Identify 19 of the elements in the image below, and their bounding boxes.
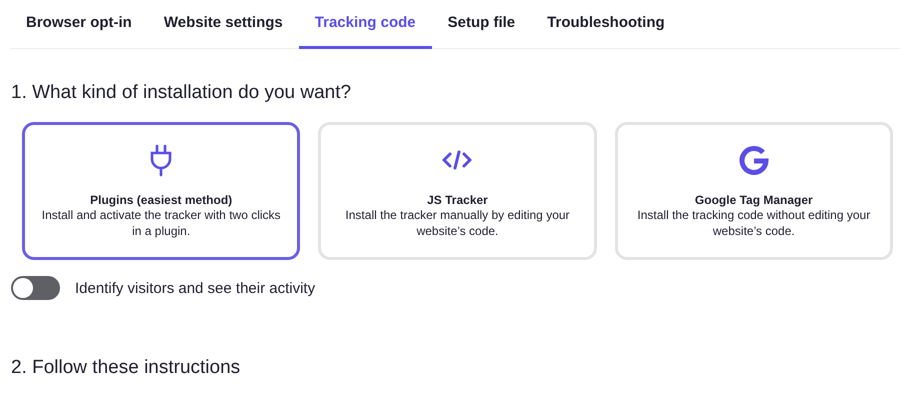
option-card[interactable]: Plugins (easiest method) Install and activate the tracker with two clicks in a plugin. bbox=[22, 122, 300, 260]
option-title: Google Tag Manager bbox=[694, 193, 813, 207]
toggle-label: Identify visitors and see their activity bbox=[75, 280, 316, 296]
tab[interactable]: Troubleshooting bbox=[531, 0, 681, 49]
tab[interactable]: Tracking code bbox=[298, 0, 432, 49]
tab[interactable]: Browser opt-in bbox=[10, 0, 148, 49]
option-card[interactable]: Google Tag Manager Install the tracking code without editing your website’s code. bbox=[614, 122, 893, 260]
tab[interactable]: Setup file bbox=[432, 0, 532, 49]
google-icon bbox=[736, 143, 771, 177]
option-description: Install and activate the tracker with two clicks in a plugin. bbox=[40, 207, 282, 239]
option-title: JS Tracker bbox=[427, 193, 488, 207]
option-description: Install the tracker manually by editing your website’s code. bbox=[344, 207, 571, 239]
option-title: Plugins (easiest method) bbox=[90, 193, 232, 207]
option-description: Install the tracking code without editing your website’s code. bbox=[636, 207, 872, 239]
tab[interactable]: Website settings bbox=[148, 0, 299, 49]
toggle-switch[interactable] bbox=[11, 276, 60, 300]
section-heading: 1. What kind of installation do you want? bbox=[10, 82, 352, 104]
section-heading: 2. Follow these instructions bbox=[10, 357, 242, 379]
option-card[interactable]: JS Tracker Install the tracker manually by editing your website’s code. bbox=[318, 122, 597, 260]
